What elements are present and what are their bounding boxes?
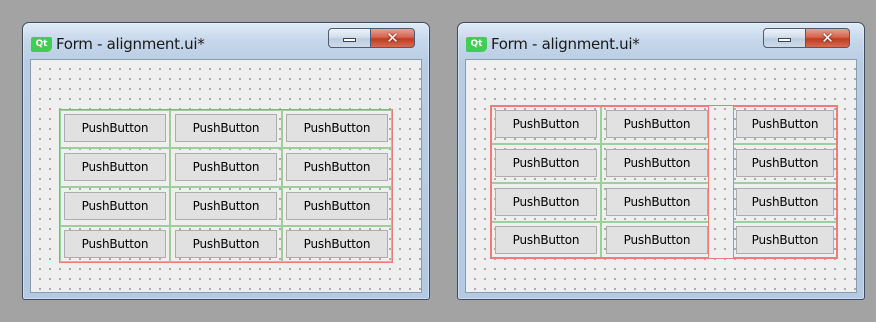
grid-layout[interactable]: PushButton PushButton PushButton PushBut…	[490, 105, 838, 259]
push-button[interactable]: PushButton	[286, 153, 388, 181]
push-button[interactable]: PushButton	[175, 230, 277, 258]
title-bar[interactable]: Qt Form - alignment.ui*	[31, 34, 205, 54]
form-canvas[interactable]: PushButton PushButton PushButton PushBut…	[465, 59, 857, 293]
minimize-button[interactable]	[328, 28, 371, 48]
minimize-icon	[778, 38, 791, 42]
close-icon: ✕	[386, 29, 399, 47]
minimize-icon	[343, 38, 356, 42]
push-button[interactable]: PushButton	[606, 226, 708, 254]
window-title: Form - alignment.ui*	[56, 35, 205, 53]
push-button[interactable]: PushButton	[64, 153, 166, 181]
push-button[interactable]: PushButton	[495, 188, 597, 216]
push-button[interactable]: PushButton	[606, 110, 708, 138]
push-button[interactable]: PushButton	[606, 188, 708, 216]
designer-window-1[interactable]: Qt Form - alignment.ui* ✕ PushButton Pus…	[22, 22, 430, 300]
push-button[interactable]: PushButton	[495, 226, 597, 254]
push-button[interactable]: PushButton	[736, 188, 834, 216]
close-button[interactable]: ✕	[371, 28, 415, 48]
push-button[interactable]: PushButton	[736, 110, 834, 138]
push-button[interactable]: PushButton	[495, 149, 597, 177]
grid-layout[interactable]: PushButton PushButton PushButton PushBut…	[59, 109, 393, 263]
push-button[interactable]: PushButton	[286, 114, 388, 142]
form-canvas[interactable]: PushButton PushButton PushButton PushBut…	[30, 59, 422, 293]
push-button[interactable]: PushButton	[286, 230, 388, 258]
push-button[interactable]: PushButton	[606, 149, 708, 177]
close-icon: ✕	[821, 29, 834, 47]
push-button[interactable]: PushButton	[495, 110, 597, 138]
push-button[interactable]: PushButton	[736, 149, 834, 177]
window-title: Form - alignment.ui*	[491, 35, 640, 53]
minimize-button[interactable]	[763, 28, 806, 48]
title-bar[interactable]: Qt Form - alignment.ui*	[466, 34, 640, 54]
push-button[interactable]: PushButton	[175, 192, 277, 220]
push-button[interactable]: PushButton	[64, 114, 166, 142]
push-button[interactable]: PushButton	[64, 192, 166, 220]
qt-icon: Qt	[31, 36, 52, 52]
qt-icon: Qt	[466, 36, 487, 52]
push-button[interactable]: PushButton	[175, 114, 277, 142]
push-button[interactable]: PushButton	[175, 153, 277, 181]
push-button[interactable]: PushButton	[736, 226, 834, 254]
close-button[interactable]: ✕	[806, 28, 850, 48]
push-button[interactable]: PushButton	[286, 192, 388, 220]
push-button[interactable]: PushButton	[64, 230, 166, 258]
designer-window-2[interactable]: Qt Form - alignment.ui* ✕ PushButton Pus…	[457, 22, 865, 300]
